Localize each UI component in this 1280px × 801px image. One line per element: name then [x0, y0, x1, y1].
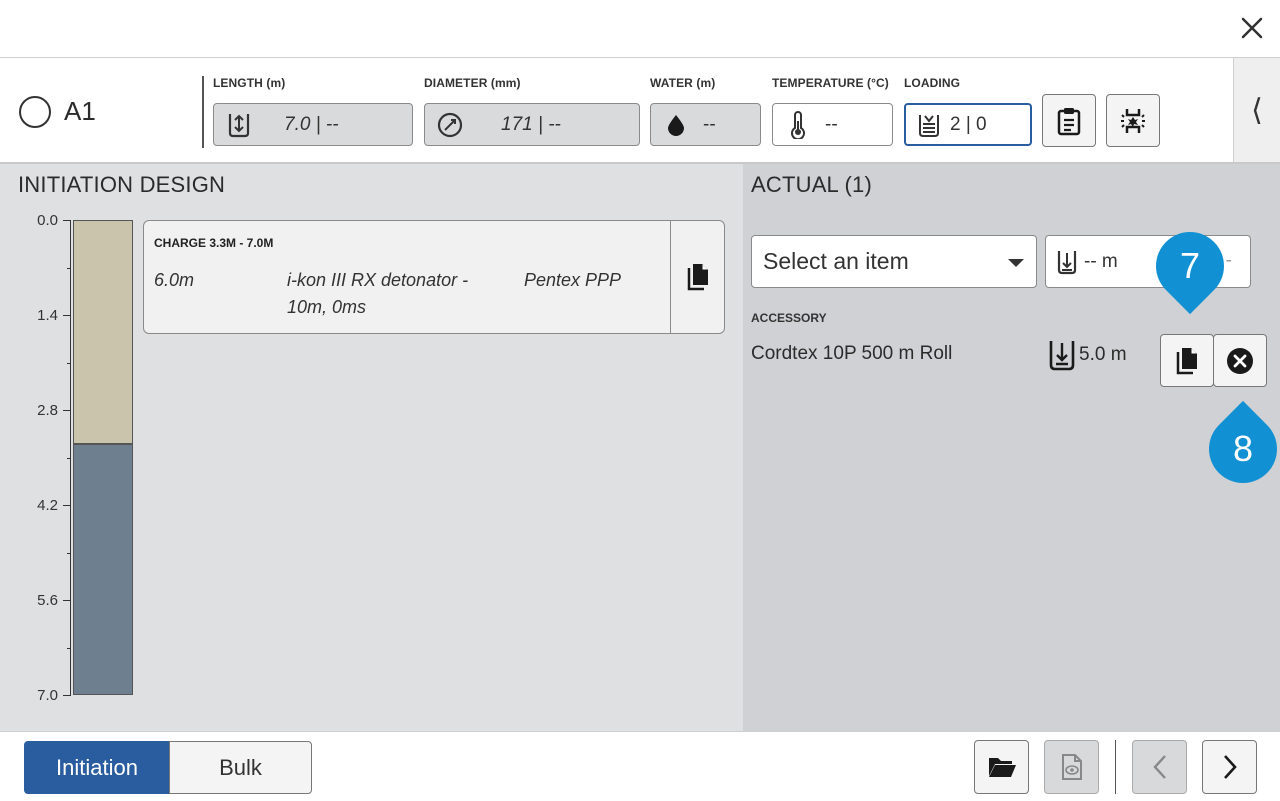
- charge-segment: [73, 443, 133, 695]
- axis-tick-label: 1.4: [37, 307, 58, 324]
- length-icon: [1056, 249, 1078, 275]
- detonation-icon: [1121, 108, 1145, 133]
- axis-tick-label: 2.8: [37, 402, 58, 419]
- axis-minor-tick: [67, 362, 71, 364]
- chevron-right-icon: [1223, 755, 1237, 779]
- title-bar: [0, 0, 1280, 58]
- axis-tick-label: 5.6: [37, 592, 58, 609]
- axis-minor-tick: [67, 647, 71, 649]
- charge-copy-button[interactable]: [670, 221, 724, 333]
- loading-label: LOADING: [904, 76, 961, 90]
- hole-name: A1: [64, 96, 96, 126]
- length-field: LENGTH (m) 7.0 | --: [213, 76, 413, 146]
- stemming-segment: [73, 220, 133, 444]
- copy-icon: [1176, 347, 1197, 374]
- item-select-value: Select an item: [763, 248, 909, 274]
- loading-field: LOADING 2 | 0: [904, 76, 1032, 146]
- chevron-left-icon: [1152, 755, 1166, 779]
- actual-length-suffix: -: [1225, 250, 1232, 271]
- charge-card[interactable]: CHARGE 3.3M - 7.0M 6.0m i-kon III RX det…: [143, 220, 725, 334]
- diameter-field: DIAMETER (mm) 171 | --: [424, 76, 640, 146]
- axis-tick-label: 0.0: [37, 212, 58, 229]
- header-divider: [202, 76, 204, 148]
- thermometer-icon: [785, 110, 811, 139]
- hole-header: A1 LENGTH (m) 7.0 | -- DIAMETER (mm) 171…: [0, 58, 1280, 164]
- loading-input[interactable]: 2 | 0: [904, 103, 1032, 146]
- temperature-field: TEMPERATURE (°C) --: [772, 76, 893, 146]
- preview-document-button[interactable]: [1044, 740, 1099, 794]
- water-drop-icon: [663, 112, 689, 138]
- accessory-length-value: 5.0 m: [1079, 344, 1127, 365]
- charge-detonator: i-kon III RX detonator - 10m, 0ms: [287, 270, 469, 317]
- initiation-design-title: INITIATION DESIGN: [18, 172, 226, 197]
- close-icon[interactable]: [1238, 14, 1266, 42]
- initiation-design-panel: INITIATION DESIGN 0.0 1.4 2.8 4.2 5.6 7.0 CHA…: [0, 164, 743, 731]
- accessory-name: Cordtex 10P 500 m Roll: [751, 343, 953, 364]
- footer-divider: [1115, 740, 1116, 794]
- diameter-value: 171 | --: [501, 113, 561, 135]
- axis-major-tick: [63, 410, 71, 411]
- accessory-label: ACCESSORY: [751, 311, 827, 325]
- temperature-input[interactable]: --: [772, 103, 893, 146]
- axis-minor-tick: [67, 267, 71, 269]
- next-button[interactable]: [1202, 740, 1257, 794]
- detonation-button[interactable]: [1106, 94, 1160, 147]
- open-folder-button[interactable]: [974, 740, 1029, 794]
- length-input[interactable]: 7.0 | --: [213, 103, 413, 146]
- loading-value: 2 | 0: [950, 113, 987, 135]
- actual-length-value: -- m: [1084, 250, 1118, 272]
- water-label: WATER (m): [650, 76, 716, 90]
- length-icon: [226, 112, 252, 138]
- side-panel-toggle[interactable]: ⟨: [1233, 58, 1280, 162]
- chevron-down-icon: [1008, 259, 1024, 267]
- document-preview-icon: [1061, 754, 1082, 780]
- axis-minor-tick: [67, 552, 71, 554]
- tab-bulk[interactable]: Bulk: [169, 741, 312, 794]
- callout-number-7: 7: [1179, 245, 1201, 286]
- accessory-remove-button[interactable]: [1213, 334, 1267, 387]
- diameter-label: DIAMETER (mm): [424, 76, 521, 90]
- axis-tick-label: 4.2: [37, 497, 58, 514]
- accessory-copy-button[interactable]: [1160, 334, 1214, 387]
- axis-major-tick: [63, 695, 71, 696]
- charge-title: CHARGE 3.3M - 7.0M: [154, 236, 274, 250]
- water-input[interactable]: --: [650, 103, 761, 146]
- loading-icon: [916, 112, 942, 138]
- water-value: --: [703, 113, 716, 135]
- temperature-label: TEMPERATURE (°C): [772, 76, 889, 90]
- diameter-input[interactable]: 171 | --: [424, 103, 640, 146]
- axis-major-tick: [63, 505, 71, 506]
- axis-major-tick: [63, 220, 71, 221]
- axis-tick-label: 7.0: [37, 687, 58, 704]
- hole-select-radio[interactable]: [19, 96, 51, 128]
- actual-title: ACTUAL (1): [751, 172, 872, 197]
- charge-booster: Pentex PPP: [524, 270, 622, 290]
- remove-circle-icon: [1227, 347, 1253, 374]
- axis-major-tick: [63, 315, 71, 316]
- footer-bar: Initiation Bulk: [0, 731, 1280, 801]
- callout-number-8: 8: [1232, 428, 1254, 469]
- clipboard-icon: [1057, 107, 1081, 135]
- tab-initiation[interactable]: Initiation: [24, 741, 170, 794]
- charge-depth: 6.0m: [154, 270, 195, 290]
- item-select[interactable]: Select an item: [751, 235, 1037, 288]
- axis-minor-tick: [67, 457, 71, 459]
- water-field: WATER (m) --: [650, 76, 761, 146]
- length-value: 7.0 | --: [284, 113, 339, 135]
- clipboard-button[interactable]: [1042, 94, 1096, 147]
- length-icon: [1048, 339, 1076, 371]
- accessory-length: 5.0 m: [1048, 339, 1127, 371]
- copy-icon: [687, 264, 708, 291]
- diameter-icon: [437, 112, 463, 138]
- length-label: LENGTH (m): [213, 76, 286, 90]
- previous-button[interactable]: [1132, 740, 1187, 794]
- folder-open-icon: [988, 758, 1016, 777]
- temperature-value: --: [825, 113, 838, 135]
- axis-major-tick: [63, 600, 71, 601]
